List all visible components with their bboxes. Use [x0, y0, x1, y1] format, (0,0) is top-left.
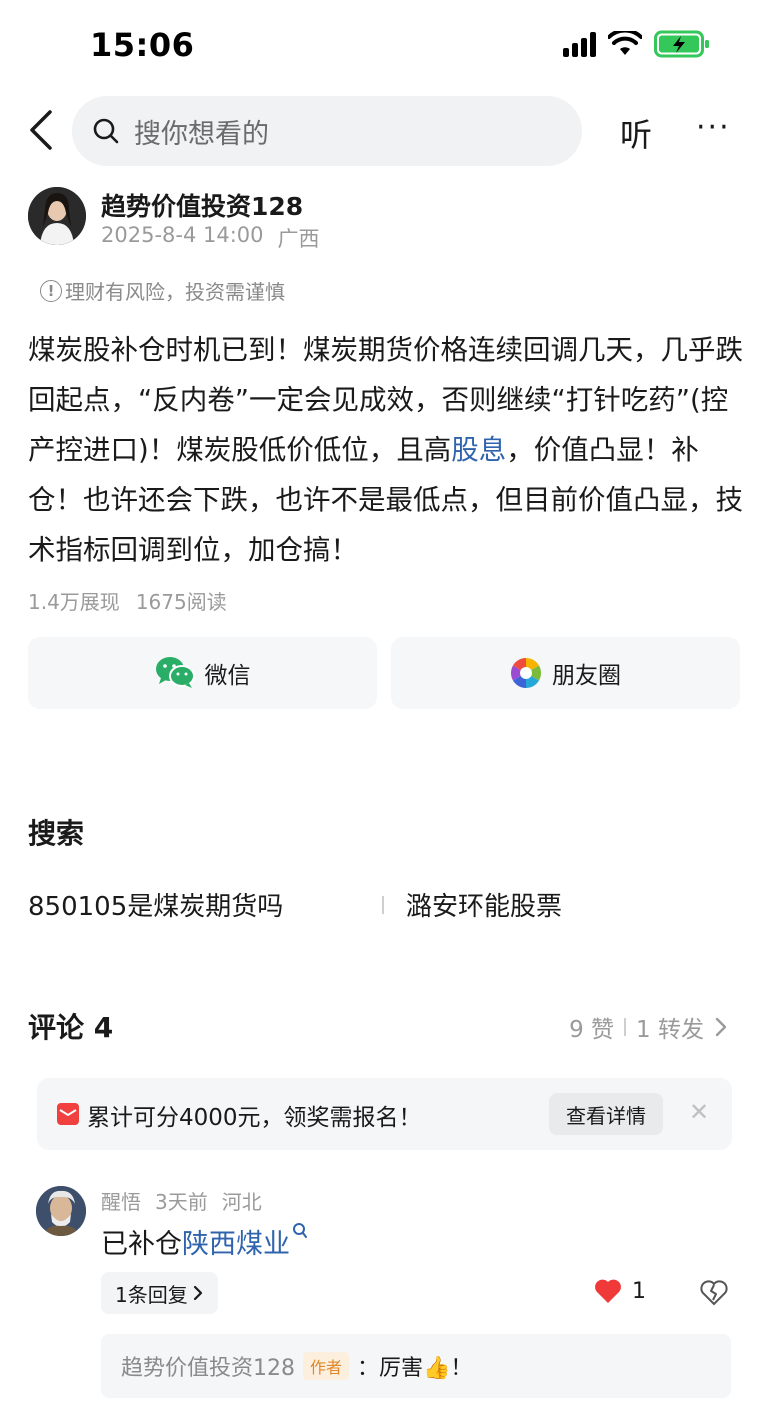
comment-time: 3天前: [155, 1190, 208, 1214]
article-stats: 1.4万展现 1675阅读: [28, 586, 227, 615]
share-wechat-button[interactable]: 微信: [28, 637, 377, 709]
moments-icon: [510, 658, 542, 688]
comment-text: 已补仓陕西煤业: [101, 1222, 308, 1261]
search-placeholder: 搜你想看的: [134, 118, 269, 150]
search-icon[interactable]: [292, 1222, 308, 1240]
comments-stats[interactable]: 9 赞 1 转发: [569, 1010, 728, 1044]
search-input[interactable]: 搜你想看的: [72, 96, 582, 166]
view-replies-label: 1条回复: [115, 1282, 188, 1307]
broken-heart-icon: [700, 1280, 728, 1306]
reply-preview[interactable]: 趋势价值投资128 作者 ：厉害👍！: [101, 1334, 731, 1398]
dislike-button[interactable]: [700, 1280, 728, 1310]
close-icon[interactable]: ✕: [689, 1098, 709, 1126]
chevron-left-icon: [30, 110, 52, 150]
share-moments-label: 朋友圈: [552, 663, 621, 689]
comment-keyword-link[interactable]: 陕西煤业: [182, 1229, 290, 1260]
comments-title: 评论 4: [28, 1011, 114, 1044]
like-count: 1: [632, 1278, 646, 1304]
reply-text: ：厉害👍！: [357, 1356, 473, 1381]
author-avatar[interactable]: [28, 187, 86, 245]
share-moments-button[interactable]: 朋友圈: [391, 637, 740, 709]
divider: [382, 896, 384, 914]
battery-charging-icon: [654, 30, 709, 58]
commenter-name[interactable]: 醒悟: [101, 1186, 141, 1215]
view-replies-button[interactable]: 1条回复: [101, 1272, 218, 1314]
wifi-icon: [608, 31, 642, 55]
commenter-avatar[interactable]: [36, 1186, 86, 1236]
comment-meta: 醒悟 3天前 河北: [101, 1186, 262, 1215]
reply-author[interactable]: 趋势价值投资128: [121, 1350, 295, 1382]
status-time: 15:06: [90, 26, 195, 64]
article-keyword-link[interactable]: 股息: [451, 434, 506, 466]
author-badge: 作者: [303, 1352, 350, 1380]
views-count: 1.4万展现: [28, 590, 120, 614]
chevron-right-icon: [193, 1285, 202, 1301]
nav-bar: 搜你想看的 听 ···: [0, 96, 768, 168]
comments-header: 评论 4 9 赞 1 转发: [28, 1006, 728, 1046]
back-button[interactable]: [26, 110, 62, 154]
search-suggestions: 850105是煤炭期货吗 潞安环能股票: [28, 886, 740, 926]
status-icons: [563, 30, 710, 58]
search-icon: [93, 118, 119, 144]
view-details-button[interactable]: 查看详情: [549, 1093, 663, 1135]
risk-notice: ! 理财有风险，投资需谨慎: [40, 276, 285, 305]
info-icon: !: [40, 279, 62, 302]
post-location: 广西: [277, 227, 320, 251]
comment-text-prefix: 已补仓: [101, 1229, 182, 1260]
risk-notice-text: 理财有风险，投资需谨慎: [65, 280, 285, 304]
heart-filled-icon: [595, 1279, 621, 1303]
red-envelope-icon: [57, 1103, 79, 1125]
shares-count: 1 转发: [636, 1017, 704, 1043]
search-suggestion-item[interactable]: 潞安环能股票: [406, 886, 562, 923]
share-row: 微信 朋友圈: [28, 637, 740, 709]
promo-banner: 累计可分4000元，领奖需报名！ 查看详情 ✕: [37, 1078, 732, 1150]
search-section-title: 搜索: [28, 817, 85, 850]
promo-text: 累计可分4000元，领奖需报名！: [87, 1105, 422, 1131]
search-suggestion-item[interactable]: 850105是煤炭期货吗: [28, 886, 283, 923]
more-options-button[interactable]: ···: [696, 113, 731, 143]
author-meta: 2025-8-4 14:00 广西: [101, 223, 320, 253]
wechat-icon: [155, 657, 195, 688]
like-button[interactable]: 1: [594, 1278, 646, 1304]
divider: [624, 1018, 627, 1036]
listen-button[interactable]: 听: [620, 110, 652, 156]
comment-location: 河北: [221, 1190, 262, 1214]
post-datetime: 2025-8-4 14:00: [101, 223, 264, 247]
article-body: 煤炭股补仓时机已到！煤炭期货价格连续回调几天，几乎跌回起点，“反内卷”一定会见成…: [28, 325, 743, 575]
author-name[interactable]: 趋势价值投资128: [101, 187, 303, 223]
likes-count: 9 赞: [569, 1017, 615, 1043]
share-wechat-label: 微信: [204, 663, 251, 689]
reads-count: 1675阅读: [135, 590, 227, 614]
chevron-right-icon: [715, 1017, 727, 1037]
author-header: 趋势价值投资128 2025-8-4 14:00 广西: [28, 187, 728, 251]
status-bar: 15:06: [0, 0, 768, 90]
cellular-signal-icon: [563, 31, 596, 57]
